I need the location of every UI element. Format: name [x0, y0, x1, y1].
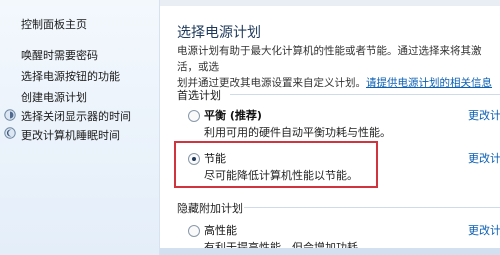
plan-desc-power-saver: 尽可能降低计算机性能以节能。: [204, 169, 358, 182]
page-description: 电源计划有助于最大化计算机的性能或者节能。通过选择来将其激活，或选 划并通过更改…: [177, 43, 497, 91]
bottom-strip: [160, 248, 500, 255]
change-plan-settings-link[interactable]: 更改计: [468, 222, 500, 238]
plan-name-high-performance: 高性能: [204, 224, 237, 237]
top-strip: [160, 0, 500, 6]
change-plan-settings-link[interactable]: 更改计: [468, 107, 500, 123]
sidebar-link-display-off[interactable]: 选择关闭显示器的时间: [21, 108, 131, 124]
description-line-2: 划并通过更改其电源设置来自定义计划。请提供电源计划的相关信息: [177, 75, 497, 91]
description-line-1: 电源计划有助于最大化计算机的性能或者节能。通过选择来将其激活，或选: [177, 45, 482, 73]
group-divider: [230, 94, 500, 95]
sidebar: 控制面板主页 唤醒时需要密码 选择电源按钮的功能 创建电源计划 选择关闭显示器的…: [0, 0, 160, 255]
hidden-plans-label: 隐藏附加计划: [177, 202, 243, 215]
power-plan-info-link[interactable]: 请提供电源计划的相关信息: [366, 77, 492, 89]
radio-high-performance[interactable]: [188, 225, 200, 237]
preferred-plans-label: 首选计划: [177, 89, 221, 102]
sidebar-link-power-buttons[interactable]: 选择电源按钮的功能: [21, 68, 120, 84]
monitor-icon: [4, 109, 16, 121]
moon-icon: [4, 127, 16, 139]
sidebar-link-require-password[interactable]: 唤醒时需要密码: [21, 47, 98, 63]
radio-power-saver[interactable]: [188, 153, 200, 165]
change-plan-settings-link[interactable]: 更改计: [468, 150, 500, 166]
group-divider: [244, 207, 500, 208]
radio-balanced[interactable]: [188, 110, 200, 122]
sidebar-link-sleep-time[interactable]: 更改计算机睡眠时间: [21, 127, 120, 143]
main-panel: 选择电源计划 电源计划有助于最大化计算机的性能或者节能。通过选择来将其激活，或选…: [160, 0, 500, 255]
page-title: 选择电源计划: [177, 25, 261, 41]
plan-desc-balanced: 利用可用的硬件自动平衡功耗与性能。: [204, 126, 391, 139]
plan-name-balanced: 平衡 (推荐): [204, 109, 262, 122]
sidebar-link-create-plan[interactable]: 创建电源计划: [21, 89, 87, 105]
plan-name-power-saver: 节能: [204, 152, 226, 165]
control-panel-home-link[interactable]: 控制面板主页: [21, 16, 87, 32]
